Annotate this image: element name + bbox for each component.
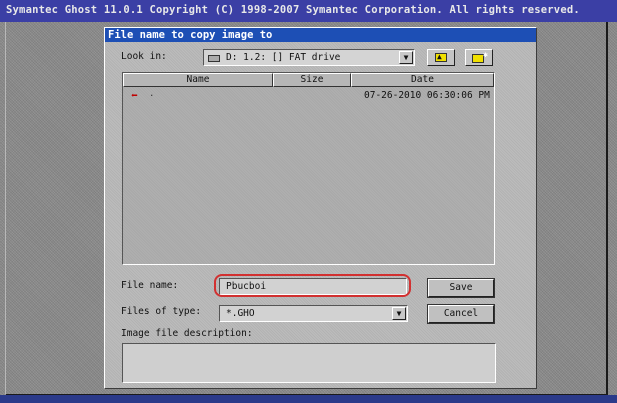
- files-of-type-dropdown-arrow-icon[interactable]: ▼: [392, 307, 406, 320]
- dialog-title: File name to copy image to: [105, 28, 536, 42]
- file-list[interactable]: Name Size Date ⬅ . 07-26-2010 06:30:06 P…: [122, 72, 495, 265]
- files-of-type-dropdown[interactable]: *.GHO ▼: [219, 305, 408, 322]
- image-description-label: Image file description:: [121, 328, 253, 339]
- app-title-bar: Symantec Ghost 11.0.1 Copyright (C) 1998…: [0, 0, 617, 22]
- save-button[interactable]: Save: [427, 278, 495, 298]
- column-header-name[interactable]: Name: [123, 73, 273, 87]
- cancel-button[interactable]: Cancel: [427, 304, 495, 324]
- highlight-circle: [214, 274, 411, 297]
- app-title: Symantec Ghost 11.0.1 Copyright (C) 1998…: [6, 4, 580, 16]
- column-header-size[interactable]: Size: [273, 73, 351, 87]
- files-of-type-label: Files of type:: [121, 306, 202, 317]
- up-one-level-button[interactable]: ▲: [427, 49, 455, 66]
- column-header-date[interactable]: Date: [351, 73, 494, 87]
- file-name-label: File name:: [121, 280, 179, 291]
- sparkle-icon: ✱: [483, 50, 488, 59]
- image-description-input[interactable]: [122, 343, 496, 383]
- save-file-dialog: File name to copy image to Look in: D: 1…: [104, 27, 537, 389]
- up-arrow-icon: ▲: [437, 52, 442, 61]
- look-in-value: D: 1.2: [] FAT drive: [226, 52, 341, 63]
- parent-dir-arrow-icon: ⬅: [131, 89, 138, 102]
- look-in-dropdown-arrow-icon[interactable]: ▼: [399, 51, 413, 64]
- list-item-date: 07-26-2010 06:30:06 PM: [364, 90, 490, 101]
- look-in-dropdown[interactable]: D: 1.2: [] FAT drive ▼: [203, 49, 415, 66]
- files-of-type-value: *.GHO: [226, 308, 255, 319]
- look-in-label: Look in:: [121, 51, 167, 62]
- list-item-name: .: [149, 89, 155, 99]
- bottom-strip: [0, 395, 617, 403]
- new-folder-button[interactable]: ✱: [465, 49, 493, 66]
- drive-icon: [208, 55, 220, 62]
